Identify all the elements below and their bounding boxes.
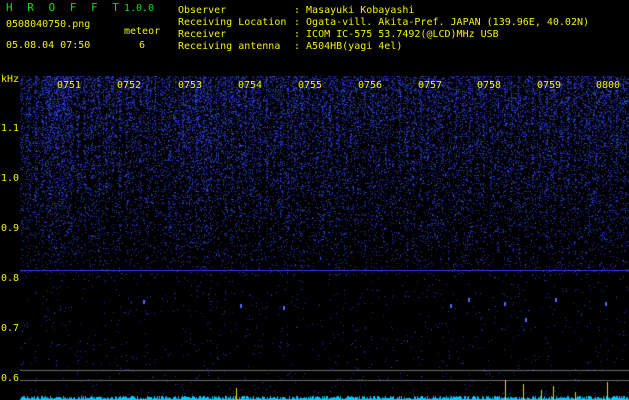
freq-unit-label: kHz [1, 74, 20, 85]
receiver-label: Receiver [178, 29, 227, 40]
receiver-value: : ICOM IC-575 53.7492(@LCD)MHz USB [294, 29, 499, 40]
time-tick: 0752 [117, 80, 142, 91]
observer-value: : Masayuki Kobayashi [294, 5, 415, 16]
freq-tick: 0.9 [1, 223, 20, 234]
datetime: 05.08.04 07:50 [6, 40, 91, 51]
meteor-label: meteor [124, 26, 161, 37]
time-tick: 0756 [358, 80, 383, 91]
time-tick: 0759 [537, 80, 562, 91]
app-title: H R O F F T [6, 1, 123, 14]
time-tick: 0751 [57, 80, 82, 91]
filename: 0508040750.png [6, 19, 91, 30]
app-version: 1.0.0 [124, 3, 155, 14]
header-panel: H R O F F T 1.0.0 0508040750.png meteor … [0, 0, 629, 76]
antenna-value: : A504HB(yagi 4el) [294, 41, 403, 52]
observer-label: Observer [178, 5, 227, 16]
freq-tick: 0.8 [1, 273, 20, 284]
location-label: Receiving Location [178, 17, 287, 28]
freq-tick: 0.7 [1, 323, 20, 334]
time-tick: 0757 [418, 80, 443, 91]
antenna-label: Receiving antenna [178, 41, 281, 52]
freq-tick: 1.1 [1, 123, 20, 134]
freq-tick: 1.0 [1, 173, 20, 184]
time-tick: 0754 [238, 80, 263, 91]
time-tick: 0758 [477, 80, 502, 91]
time-tick: 0753 [178, 80, 203, 91]
time-tick: 0755 [298, 80, 323, 91]
time-tick: 0800 [596, 80, 621, 91]
freq-tick: 0.6 [1, 373, 20, 384]
meteor-count: 6 [139, 40, 146, 51]
spectrogram-canvas [0, 76, 629, 400]
location-value: : Ogata-vill. Akita-Pref. JAPAN (139.96E… [294, 17, 590, 28]
